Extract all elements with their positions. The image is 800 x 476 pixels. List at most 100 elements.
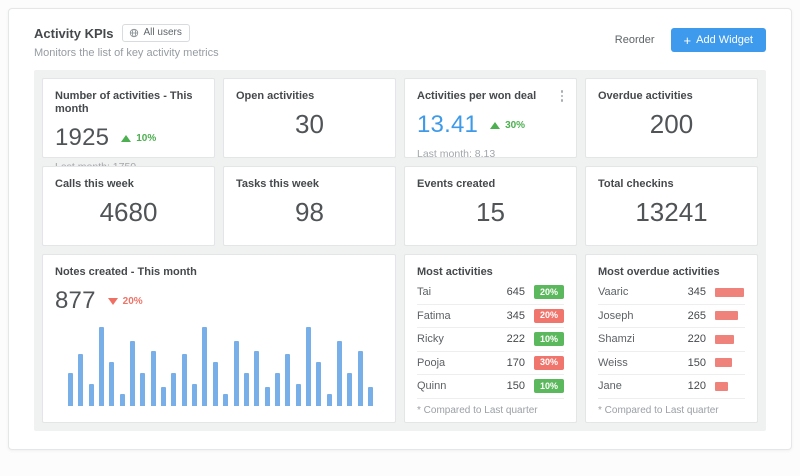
widget-footnote: * Compared to Last quarter xyxy=(598,405,745,416)
header-left: Activity KPIs All users Monitors the lis… xyxy=(34,24,219,59)
kpi-value: 877 xyxy=(55,287,96,315)
list-item: Quinn15010% xyxy=(417,375,564,399)
note-bar xyxy=(140,373,145,406)
widget-title: Notes created - This month xyxy=(55,266,383,279)
widget-menu-kebab-icon[interactable] xyxy=(559,88,566,104)
note-bar xyxy=(265,387,270,406)
page-subtitle: Monitors the list of key activity metric… xyxy=(34,47,219,59)
widgets-grid: Number of activities - This month 1925 1… xyxy=(42,78,758,423)
add-widget-button[interactable]: + Add Widget xyxy=(671,28,766,52)
list-item: Tai64520% xyxy=(417,281,564,305)
note-bar xyxy=(358,351,363,406)
widget-title: Activities per won deal xyxy=(417,90,564,103)
kpi-value: 30 xyxy=(236,103,383,146)
note-bar xyxy=(182,354,187,406)
globe-icon xyxy=(129,28,139,38)
percent-badge: 20% xyxy=(534,309,564,323)
list-item: Fatima345 20% xyxy=(417,305,564,329)
note-bar xyxy=(254,351,259,406)
note-bar xyxy=(202,327,207,406)
overdue-bar xyxy=(715,335,734,344)
note-bar xyxy=(347,373,352,406)
note-bar xyxy=(223,394,228,406)
person-name: Jane xyxy=(598,380,682,392)
overdue-count: 120 xyxy=(682,380,706,392)
widget-events-created[interactable]: Events created 15 xyxy=(404,166,577,246)
kpi-subtext: Last month: 8.13 xyxy=(417,148,564,160)
widget-title: Overdue activities xyxy=(598,90,745,103)
list-item: Jane120 xyxy=(598,375,745,399)
overdue-count: 265 xyxy=(682,310,706,322)
activity-count: 345 xyxy=(501,310,525,322)
overdue-count: 220 xyxy=(682,333,706,345)
person-name: Shamzi xyxy=(598,333,682,345)
person-name: Vaaric xyxy=(598,286,682,298)
widget-title: Tasks this week xyxy=(236,178,383,191)
kpi-value: 200 xyxy=(598,103,745,146)
overdue-bar xyxy=(715,311,738,320)
trend-percent: 20% xyxy=(123,296,143,307)
note-bar xyxy=(130,341,135,406)
overdue-bar xyxy=(715,288,744,297)
list-item: Ricky22210% xyxy=(417,328,564,352)
widget-title: Open activities xyxy=(236,90,383,103)
kpi-value: 15 xyxy=(417,191,564,234)
widget-title: Number of activities - This month xyxy=(55,90,202,116)
widget-calls-this-week[interactable]: Calls this week 4680 xyxy=(42,166,215,246)
widget-activities-per-won-deal[interactable]: Activities per won deal 13.41 30% Last m… xyxy=(404,78,577,158)
widget-tasks-this-week[interactable]: Tasks this week 98 xyxy=(223,166,396,246)
note-bar xyxy=(78,354,83,406)
percent-badge: 20% xyxy=(534,285,564,299)
note-bar xyxy=(213,362,218,406)
filter-label: All users xyxy=(143,28,181,38)
trend-down-icon xyxy=(108,298,118,305)
widget-title: Total checkins xyxy=(598,178,745,191)
widget-title: Events created xyxy=(417,178,564,191)
overdue-count: 345 xyxy=(682,286,706,298)
add-widget-label: Add Widget xyxy=(696,34,753,46)
note-bar xyxy=(109,362,114,406)
most-activities-list: Tai64520%Fatima34520%Ricky22210%Pooja170… xyxy=(417,281,564,399)
person-name: Joseph xyxy=(598,310,682,322)
person-name: Fatima xyxy=(417,310,501,322)
activity-count: 222 xyxy=(501,333,525,345)
page-title: Activity KPIs xyxy=(34,26,113,41)
widget-most-overdue-activities[interactable]: Most overdue activities Vaaric345Joseph2… xyxy=(585,254,758,423)
activity-count: 170 xyxy=(501,357,525,369)
trend-up-icon xyxy=(490,122,500,129)
person-name: Weiss xyxy=(598,357,682,369)
note-bar xyxy=(99,327,104,406)
trend-up-icon xyxy=(121,135,131,142)
kpi-value: 98 xyxy=(236,191,383,234)
widget-open-activities[interactable]: Open activities 30 xyxy=(223,78,396,158)
widget-overdue-activities[interactable]: Overdue activities 200 xyxy=(585,78,758,158)
activity-count: 645 xyxy=(501,286,525,298)
notes-bar-chart xyxy=(55,327,383,406)
widget-number-of-activities[interactable]: Number of activities - This month 1925 1… xyxy=(42,78,215,158)
note-bar xyxy=(285,354,290,406)
kpi-value: 4680 xyxy=(55,191,202,234)
note-bar xyxy=(306,327,311,406)
note-bar xyxy=(151,351,156,406)
most-overdue-activities-list: Vaaric345Joseph265Shamzi220Weiss150Jane1… xyxy=(598,281,745,399)
trend-percent: 30% xyxy=(505,120,525,131)
note-bar xyxy=(89,384,94,406)
note-bar xyxy=(337,341,342,406)
person-name: Pooja xyxy=(417,357,501,369)
widget-notes-created[interactable]: Notes created - This month 877 20% xyxy=(42,254,396,423)
widget-most-activities[interactable]: Most activities Tai64520%Fatima34520%Ric… xyxy=(404,254,577,423)
percent-badge: 30% xyxy=(534,356,564,370)
widget-total-checkins[interactable]: Total checkins 13241 xyxy=(585,166,758,246)
trend-percent: 10% xyxy=(136,133,156,144)
list-item: Vaaric345 xyxy=(598,281,745,305)
all-users-filter-badge[interactable]: All users xyxy=(122,24,189,42)
widget-title: Most overdue activities xyxy=(598,266,745,279)
kpi-value: 13.41 xyxy=(417,111,478,139)
person-name: Ricky xyxy=(417,333,501,345)
dashboard-header: Activity KPIs All users Monitors the lis… xyxy=(9,9,791,70)
note-bar xyxy=(368,387,373,406)
reorder-button[interactable]: Reorder xyxy=(615,34,655,46)
note-bar xyxy=(316,362,321,406)
widget-title: Most activities xyxy=(417,266,564,279)
list-item: Joseph265 xyxy=(598,305,745,329)
